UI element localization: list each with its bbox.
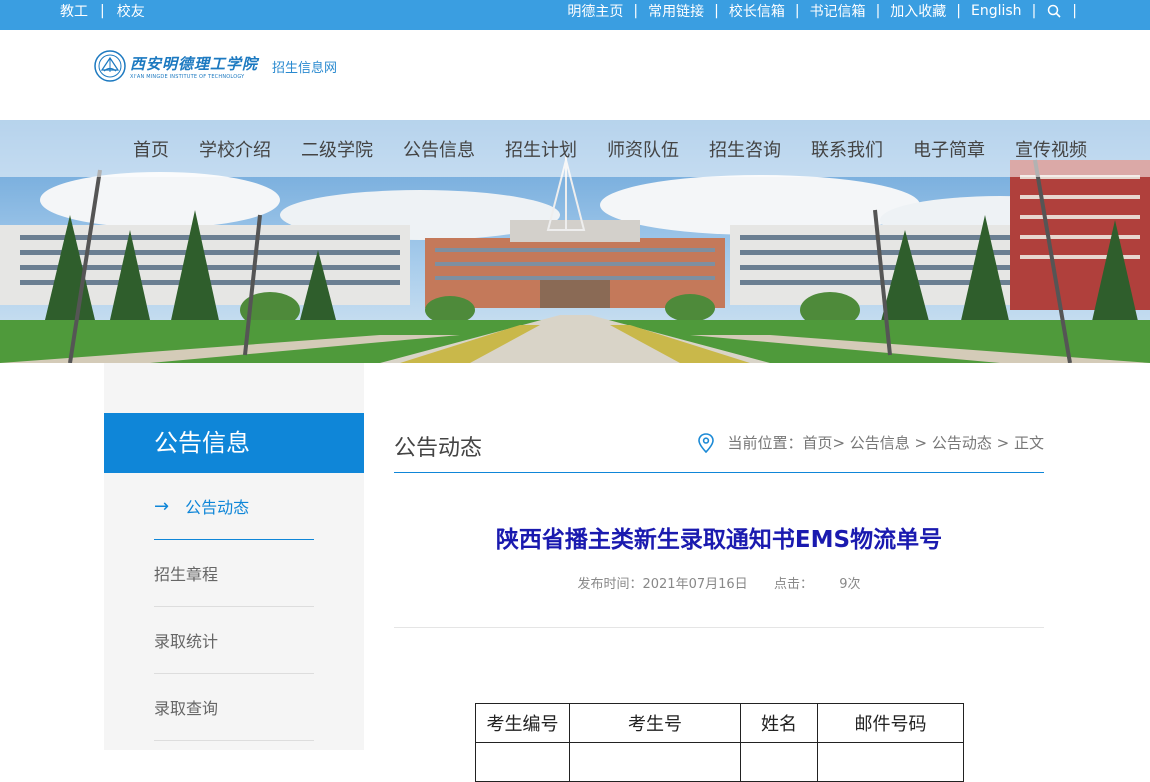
link-alumni[interactable]: 校友 [117,1,145,21]
link-staff[interactable]: 教工 [60,1,88,21]
sidebar: 公告信息 → 公告动态 招生章程 录取统计 录取查询 [104,363,364,750]
sidebar-item-label: 录取统计 [154,632,219,651]
tracking-table: 考生编号 考生号 姓名 邮件号码 [475,703,964,782]
divider [394,627,1044,628]
site-logo[interactable]: 西安明德理工学院 XI'AN MINGDE INSTITUTE OF TECHN… [94,50,337,82]
campus-banner: 首页 学校介绍 二级学院 公告信息 招生计划 师资队伍 招生咨询 联系我们 电子… [0,120,1150,363]
separator: | [633,3,639,19]
nav-item-announcements[interactable]: 公告信息 [403,136,475,162]
clicks-count: 9次 [839,577,861,592]
table-header-row: 考生编号 考生号 姓名 邮件号码 [475,703,964,743]
article-title: 陕西省播主类新生录取通知书EMS物流单号 [495,527,943,553]
publish-date: 发布时间：2021年07月16日 [577,577,748,592]
separator: | [1072,3,1077,19]
table-header-cell: 姓名 [740,703,818,743]
top-bar-left: 教工 | 校友 [60,0,145,22]
article-meta: 发布时间：2021年07月16日 点击： 9次 [394,573,1044,592]
arrow-right-icon: → [154,495,170,517]
search-icon[interactable] [1047,4,1061,18]
main-nav: 首页 学校介绍 二级学院 公告信息 招生计划 师资队伍 招生咨询 联系我们 电子… [0,120,1150,177]
logo-english-name: XI'AN MINGDE INSTITUTE OF TECHNOLOGY [130,73,245,80]
breadcrumb: 当前位置：首页> 公告信息 > 公告动态 > 正文 [697,432,1044,453]
top-bar-right: 明德主页 | 常用链接 | 校长信箱 | 书记信箱 | 加入收藏 | Engli… [558,0,1078,22]
sidebar-item-announcements[interactable]: → 公告动态 [154,473,314,540]
clicks-label: 点击： [773,577,813,592]
nav-item-brochure[interactable]: 电子简章 [913,136,985,162]
top-bar: 教工 | 校友 明德主页 | 常用链接 | 校长信箱 | 书记信箱 | 加入收藏… [0,0,1150,30]
breadcrumb-text[interactable]: 当前位置：首页> 公告信息 > 公告动态 > 正文 [727,432,1044,453]
nav-item-contact[interactable]: 联系我们 [811,136,883,162]
table-cell [740,742,818,782]
sidebar-item-admission-rules[interactable]: 招生章程 [154,540,314,607]
table-header-cell: 考生号 [569,703,741,743]
sidebar-item-label: 招生章程 [154,565,219,584]
link-common-links[interactable]: 常用链接 [648,1,704,21]
table-cell [569,742,741,782]
sidebar-item-admission-query[interactable]: 录取查询 [154,674,314,741]
link-president-mailbox[interactable]: 校长信箱 [729,1,785,21]
location-pin-icon [698,432,715,453]
site-header: 西安明德理工学院 XI'AN MINGDE INSTITUTE OF TECHN… [0,30,1150,120]
table-header-cell: 考生编号 [475,703,570,743]
table-cell [475,742,570,782]
nav-item-colleges[interactable]: 二级学院 [301,136,373,162]
link-english[interactable]: English [971,3,1022,19]
nav-item-faculty[interactable]: 师资队伍 [607,136,679,162]
nav-item-consultation[interactable]: 招生咨询 [709,136,781,162]
nav-item-home[interactable]: 首页 [133,136,169,162]
table-row [475,742,964,782]
content-header: 公告动态 当前位置：首页> 公告信息 > 公告动态 > 正文 [394,413,1044,473]
section-title: 公告动态 [394,436,483,461]
separator: | [875,3,881,19]
sidebar-item-label: 公告动态 [185,498,250,517]
separator: | [100,3,105,19]
separator: | [794,3,800,19]
sidebar-title: 公告信息 [104,413,364,473]
link-add-favorite[interactable]: 加入收藏 [890,1,946,21]
college-emblem-icon [94,50,126,82]
nav-item-video[interactable]: 宣传视频 [1015,136,1087,162]
site-name: 招生信息网 [272,60,338,76]
logo-chinese-name: 西安明德理工学院 [130,54,259,73]
link-mingde-home[interactable]: 明德主页 [567,1,623,21]
separator: | [714,3,719,19]
table-cell [817,742,964,782]
logo-text: 西安明德理工学院 XI'AN MINGDE INSTITUTE OF TECHN… [130,53,258,80]
link-secretary-mailbox[interactable]: 书记信箱 [810,1,866,21]
separator: | [956,3,961,19]
nav-item-about[interactable]: 学校介绍 [199,136,271,162]
sidebar-item-admission-stats[interactable]: 录取统计 [154,607,314,674]
nav-item-enrollment-plan[interactable]: 招生计划 [505,136,577,162]
sidebar-item-label: 录取查询 [154,699,219,718]
table-header-cell: 邮件号码 [817,703,964,743]
separator: | [1031,3,1037,19]
